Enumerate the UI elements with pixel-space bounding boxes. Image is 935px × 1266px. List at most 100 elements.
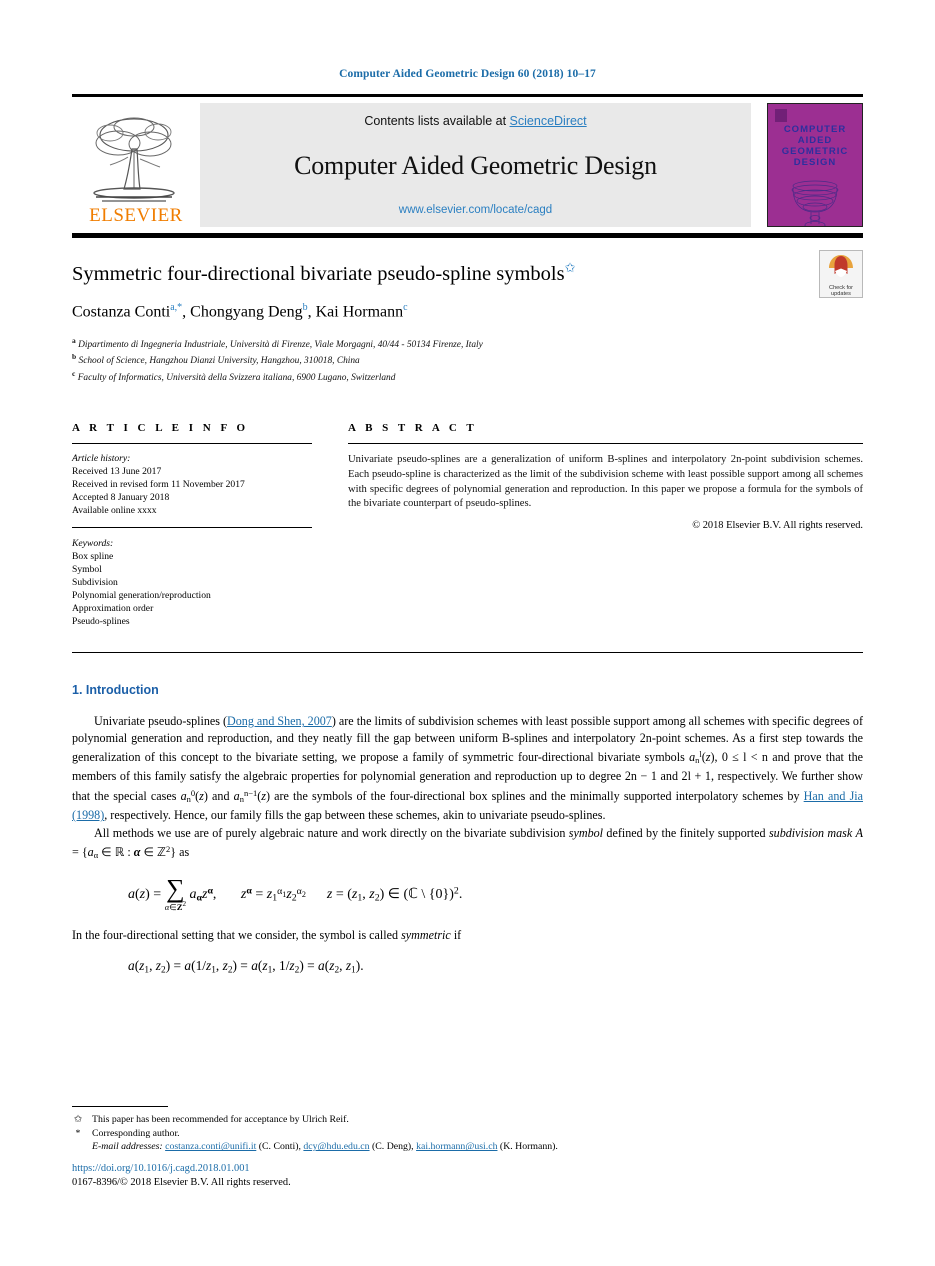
intro3-text: In the four-directional setting that we … bbox=[72, 927, 402, 942]
paragraph-intro-1: Univariate pseudo-splines (Dong and Shen… bbox=[72, 713, 863, 823]
section-heading-introduction: 1. Introduction bbox=[72, 683, 159, 698]
affiliation-label: a bbox=[72, 335, 76, 345]
keyword-item: Pseudo-splines bbox=[72, 616, 130, 628]
author-separator: , bbox=[182, 303, 191, 321]
affiliation-item: b School of Science, Hangzhou Dianzi Uni… bbox=[72, 351, 863, 368]
footnote-email-content: E-mail addresses: costanza.conti@unifi.i… bbox=[92, 1140, 558, 1154]
author-name: Chongyang Deng bbox=[190, 303, 303, 321]
emph-subdivision-mask: subdivision mask bbox=[768, 825, 853, 840]
elsevier-logo: ELSEVIER bbox=[72, 103, 200, 227]
journal-band: Contents lists available at ScienceDirec… bbox=[200, 103, 751, 227]
crossmark-line2: updates bbox=[831, 291, 851, 298]
author-separator: , bbox=[307, 303, 316, 321]
paper-title-text: Symmetric four-directional bivariate pse… bbox=[72, 262, 565, 285]
crossmark-line1: Check for bbox=[829, 285, 853, 291]
intro-text-f: , respectively. Hence, our family fills … bbox=[104, 808, 606, 823]
equation-symmetry-condition: a(z1, z2) = a(1/z1, z2) = a(z1, 1/z2) = … bbox=[128, 958, 364, 976]
article-info-column: A R T I C L E I N F O Article history: R… bbox=[72, 422, 312, 628]
author-affil-mark[interactable]: a,* bbox=[170, 302, 182, 313]
crossmark-logo-icon bbox=[829, 255, 853, 277]
abstract-heading: A B S T R A C T bbox=[348, 422, 478, 435]
paragraph-intro-2: All methods we use are of purely algebra… bbox=[72, 825, 863, 864]
intro-text-a: Univariate pseudo-splines ( bbox=[94, 714, 228, 729]
article-info-heading: A R T I C L E I N F O bbox=[72, 422, 249, 435]
history-item: Accepted 8 January 2018 bbox=[72, 492, 170, 504]
email-who-hormann: (K. Hormann). bbox=[497, 1141, 558, 1153]
email-link-conti[interactable]: costanza.conti@unifi.it bbox=[165, 1141, 256, 1152]
article-history: Article history: Received 13 June 2017 R… bbox=[72, 452, 312, 517]
journal-cover-thumbnail[interactable]: COMPUTER AIDED GEOMETRIC DESIGN bbox=[767, 103, 863, 227]
intro-text-d: and bbox=[207, 788, 234, 803]
intro2-text-b: defined by the finitely supported bbox=[603, 825, 769, 840]
crossmark-label: Check for updates bbox=[820, 285, 862, 298]
emph-symmetric: symmetric bbox=[401, 927, 451, 942]
email-who-conti: (C. Conti), bbox=[256, 1141, 304, 1153]
author-name: Costanza Conti bbox=[72, 303, 171, 321]
cover-vase-wireframe-icon bbox=[791, 180, 839, 226]
intro-text-e: are the symbols of the four-directional … bbox=[269, 788, 804, 803]
affiliation-item: c Faculty of Informatics, Università del… bbox=[72, 368, 863, 385]
info-abstract-region: A R T I C L E I N F O Article history: R… bbox=[72, 422, 863, 628]
keyword-item: Approximation order bbox=[72, 603, 154, 615]
history-item: Received in revised form 11 November 201… bbox=[72, 479, 245, 491]
inline-math-a-n-1: ann−1(z) bbox=[233, 787, 270, 804]
summation-operator-icon: ∑ α∈Z2 bbox=[164, 874, 187, 913]
author-list: Costanza Contia,*, Chongyang Dengb, Kai … bbox=[72, 302, 863, 321]
title-footnote-star-icon[interactable]: ✩ bbox=[565, 260, 576, 275]
email-link-deng[interactable]: dcy@hdu.edu.cn bbox=[303, 1141, 369, 1152]
article-history-label: Article history: bbox=[72, 453, 131, 465]
history-item: Received 13 June 2017 bbox=[72, 466, 162, 478]
keywords-label: Keywords: bbox=[72, 538, 114, 550]
intro3-text-end: if bbox=[450, 927, 462, 942]
keyword-item: Polynomial generation/reproduction bbox=[72, 590, 211, 602]
intro2-text-a: All methods we use are of purely algebra… bbox=[94, 825, 569, 840]
footnote-text: This paper has been recommended for acce… bbox=[92, 1114, 349, 1126]
affiliation-text: Faculty of Informatics, Università della… bbox=[77, 372, 396, 383]
crossmark-badge[interactable]: Check for updates bbox=[819, 250, 863, 298]
inline-math-a-0-n: an0(z) bbox=[180, 787, 208, 804]
imprint-region: https://doi.org/10.1016/j.cagd.2018.01.0… bbox=[72, 1162, 291, 1190]
emph-symbol: symbol bbox=[568, 825, 604, 840]
author-name: Kai Hormann bbox=[315, 303, 404, 321]
keyword-item: Subdivision bbox=[72, 577, 118, 589]
footnotes-region: ✩ This paper has been recommended for ac… bbox=[72, 1106, 863, 1154]
abstract-text: Univariate pseudo-splines are a generali… bbox=[348, 454, 863, 510]
footnote-item: ✩ This paper has been recommended for ac… bbox=[72, 1113, 863, 1127]
title-block: Symmetric four-directional bivariate pse… bbox=[72, 238, 863, 384]
footnote-item: * Corresponding author. bbox=[72, 1127, 863, 1141]
sciencedirect-link[interactable]: ScienceDirect bbox=[510, 114, 587, 128]
footnote-text: Corresponding author. bbox=[92, 1127, 180, 1139]
email-label: E-mail addresses: bbox=[92, 1141, 163, 1153]
article-info-rule bbox=[72, 443, 312, 445]
citation-link-dong-shen[interactable]: Dong and Shen, 2007 bbox=[227, 714, 332, 728]
cover-title: COMPUTER AIDED GEOMETRIC DESIGN bbox=[781, 124, 849, 168]
email-who-deng: (C. Deng), bbox=[369, 1141, 417, 1153]
page-title: Symmetric four-directional bivariate pse… bbox=[72, 260, 863, 286]
footnote-star-icon: ✩ bbox=[73, 1114, 83, 1126]
keywords-block: Keywords: Box spline Symbol Subdivision … bbox=[72, 527, 312, 628]
abstract-rule bbox=[348, 443, 863, 445]
author-affil-mark[interactable]: c bbox=[403, 302, 407, 313]
abstract-copyright: © 2018 Elsevier B.V. All rights reserved… bbox=[692, 519, 863, 531]
journal-title: Computer Aided Geometric Design bbox=[294, 151, 657, 180]
issn-copyright: 0167-8396/© 2018 Elsevier B.V. All right… bbox=[72, 1177, 291, 1188]
abstract-column: A B S T R A C T Univariate pseudo-spline… bbox=[348, 422, 863, 628]
email-link-hormann[interactable]: kai.hormann@usi.ch bbox=[416, 1141, 497, 1152]
journal-url-link[interactable]: www.elsevier.com/locate/cagd bbox=[399, 204, 552, 216]
contents-lists-line: Contents lists available at ScienceDirec… bbox=[364, 114, 586, 128]
doi-link[interactable]: https://doi.org/10.1016/j.cagd.2018.01.0… bbox=[72, 1162, 291, 1176]
affiliation-text: School of Science, Hangzhou Dianzi Unive… bbox=[78, 356, 360, 367]
keyword-item: Symbol bbox=[72, 564, 102, 576]
equation-symbol-definition: a(z) = ∑ α∈Z2 aαzα, zα = z1α1z2α2 z = (z1… bbox=[128, 874, 463, 913]
history-item: Available online xxxx bbox=[72, 505, 157, 517]
contents-prefix: Contents lists available at bbox=[364, 114, 510, 128]
inline-math-a-l-n: anl(z) bbox=[689, 749, 715, 766]
affiliation-label: b bbox=[72, 352, 77, 362]
cover-elsevier-mark-icon bbox=[775, 109, 787, 122]
affiliation-item: a Dipartimento di Ingegneria Industriale… bbox=[72, 335, 863, 352]
article-page: Computer Aided Geometric Design 60 (2018… bbox=[0, 0, 935, 1266]
paragraph-intro-3: In the four-directional setting that we … bbox=[72, 927, 863, 943]
footnote-email-spacer bbox=[72, 1140, 84, 1154]
elsevier-tree-icon bbox=[93, 117, 175, 202]
elsevier-wordmark: ELSEVIER bbox=[89, 205, 183, 226]
